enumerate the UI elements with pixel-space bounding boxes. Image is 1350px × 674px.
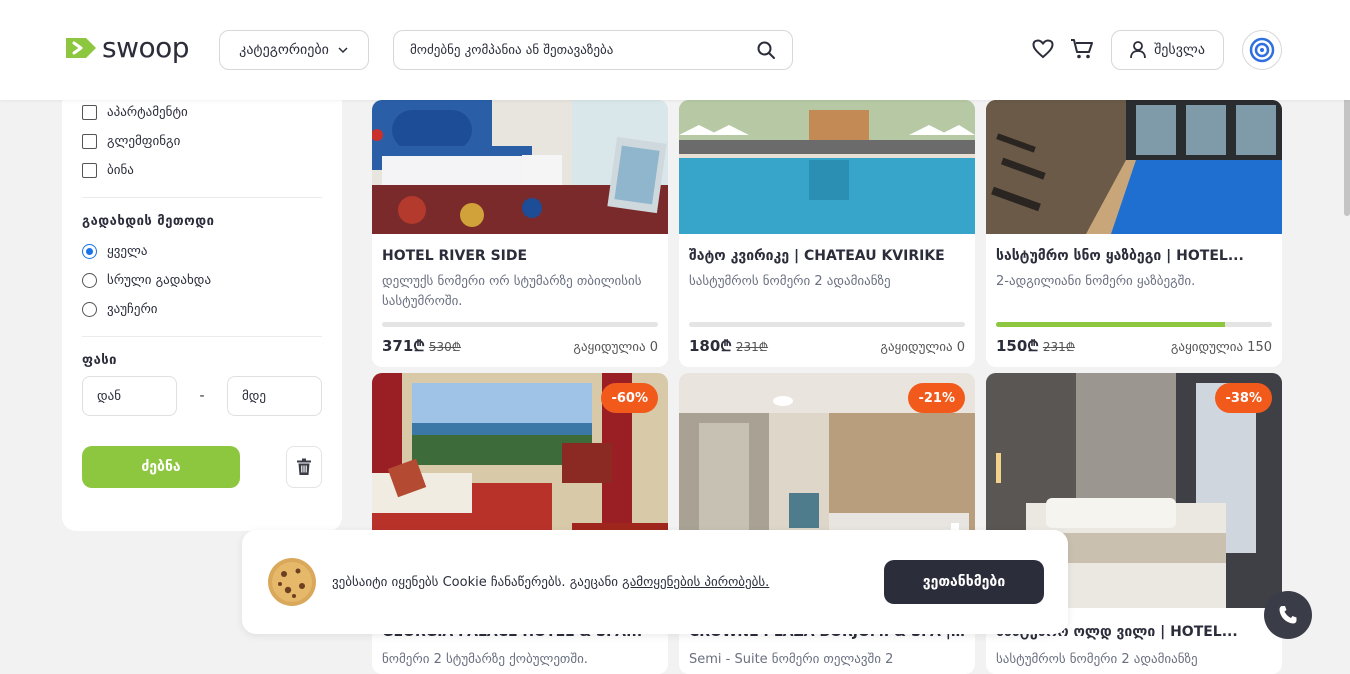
sold-progress-bar	[382, 322, 658, 327]
radio-label: ვაუჩერი	[107, 302, 158, 317]
price-range-dash: -	[199, 388, 205, 404]
trash-icon	[297, 458, 311, 475]
price-range: -	[82, 376, 322, 416]
logo[interactable]: swoop	[62, 31, 190, 64]
offer-image[interactable]	[372, 100, 668, 234]
clear-filters-button[interactable]	[286, 446, 322, 488]
sold-progress-fill	[996, 322, 1226, 327]
discount-badge: -21%	[908, 383, 965, 413]
offer-card[interactable]: სასტუმრო სნო ყაზბეგი | HOTEL... 2-ადგილი…	[986, 100, 1282, 367]
price-to-input[interactable]	[227, 376, 322, 416]
page-scrollbar[interactable]	[1344, 96, 1350, 216]
pool-photo	[679, 100, 975, 234]
payment-method-title: გადახდის მეთოდი	[82, 214, 215, 229]
offer-image[interactable]	[679, 100, 975, 234]
logo-text: swoop	[102, 31, 190, 64]
login-button[interactable]: შესვლა	[1111, 30, 1224, 70]
offer-description: 2-ადგილიანი ნომერი ყაზბეგში.	[996, 274, 1196, 289]
categories-button[interactable]: კატეგორიები	[219, 30, 369, 70]
sold-progress-bar	[689, 322, 965, 327]
indoor-pool-photo	[986, 100, 1282, 234]
sold-count: გაყიდულია 0	[573, 340, 658, 355]
terms-link[interactable]: გამოყენების პირობებს.	[622, 575, 769, 590]
heart-icon	[1032, 39, 1054, 59]
filter-search-button[interactable]: ძებნა	[82, 446, 240, 488]
offer-old-price: 231₾	[735, 340, 769, 354]
radio-button[interactable]	[82, 302, 97, 317]
filter-actions: ძებნა	[82, 446, 322, 488]
offer-price: 150₾	[996, 337, 1039, 355]
offer-description: სასტუმროს ნომერი 2 ადამიანზე	[689, 274, 891, 289]
offer-card[interactable]: შატო კვირიკე | CHATEAU KVIRIKE სასტუმროს…	[679, 100, 975, 367]
divider	[82, 336, 322, 337]
cart-icon	[1071, 39, 1093, 59]
discount-badge: -60%	[601, 383, 658, 413]
chevron-down-icon	[338, 47, 348, 54]
checkbox-label: ბინა	[107, 163, 134, 178]
payment-option-full[interactable]: სრული გადახდა	[82, 266, 322, 295]
offer-title: შატო კვირიკე | CHATEAU KVIRIKE	[689, 248, 945, 264]
offer-price-block: 180₾ 231₾	[689, 336, 768, 356]
offer-description: სასტუმროს ნომერი 2 ადამიანზე	[996, 652, 1198, 667]
offer-price-block: 371₾ 530₾	[382, 336, 461, 356]
price-from-input[interactable]	[82, 376, 177, 416]
checkbox[interactable]	[82, 105, 97, 120]
filter-glamping[interactable]: გლემფინგი	[82, 127, 322, 156]
radio-button[interactable]	[82, 244, 97, 259]
offer-title: სასტუმრო სნო ყაზბეგი | HOTEL...	[996, 248, 1244, 264]
payment-option-voucher[interactable]: ვაუჩერი	[82, 295, 322, 324]
offer-old-price: 231₾	[1042, 340, 1076, 354]
checkbox[interactable]	[82, 163, 97, 178]
offer-title: HOTEL RIVER SIDE	[382, 248, 528, 264]
filter-flat[interactable]: ბინა	[82, 156, 322, 185]
divider	[82, 197, 322, 198]
sold-count: გაყიდულია 0	[880, 340, 965, 355]
categories-label: კატეგორიები	[239, 42, 329, 58]
payment-option-all[interactable]: ყველა	[82, 237, 322, 266]
filter-apartment[interactable]: აპარტამენტი	[82, 98, 322, 127]
filter-sidebar: აპარტამენტი გლემფინგი ბინა გადახდის მეთო…	[62, 100, 342, 531]
header: swoop კატეგორიები შესვლა	[0, 0, 1350, 100]
login-label: შესვლა	[1154, 42, 1205, 58]
user-icon	[1130, 41, 1146, 59]
price-title: ფასი	[82, 353, 117, 368]
cookie-message: ვებსაიტი იყენებს Cookie ჩანაწერებს. გაეც…	[332, 575, 884, 590]
cart-button[interactable]	[1069, 36, 1095, 62]
offer-description: Semi - Suite ნომერი თელავში 2	[689, 652, 894, 667]
assistant-button[interactable]	[1242, 30, 1282, 70]
offer-price-block: 150₾ 231₾	[996, 336, 1075, 356]
cookie-icon	[268, 558, 316, 606]
search-input[interactable]	[410, 42, 756, 58]
offer-description: დელუქს ნომერი ორ სტუმარზე თბილისის სასტუ…	[382, 274, 642, 309]
sold-count: გაყიდულია 150	[1170, 340, 1272, 355]
phone-icon	[1279, 606, 1297, 624]
accept-cookies-button[interactable]: ვეთანხმები	[884, 560, 1044, 604]
offer-price: 180₾	[689, 337, 732, 355]
sold-progress-bar	[996, 322, 1272, 327]
radio-button[interactable]	[82, 273, 97, 288]
offer-description: ნომერი 2 სტუმარზე ქობულეთში.	[382, 652, 588, 667]
offer-price: 371₾	[382, 337, 425, 355]
call-button[interactable]	[1264, 591, 1312, 639]
checkbox-label: გლემფინგი	[107, 134, 181, 149]
radio-label: ყველა	[107, 244, 148, 259]
offer-old-price: 530₾	[428, 340, 462, 354]
checkbox[interactable]	[82, 134, 97, 149]
hotel-room-photo	[372, 100, 668, 234]
favorites-button[interactable]	[1030, 36, 1056, 62]
search-icon[interactable]	[756, 40, 776, 60]
checkbox-label: აპარტამენტი	[107, 105, 188, 120]
search-bar	[393, 30, 793, 70]
cookie-banner: ვებსაიტი იყენებს Cookie ჩანაწერებს. გაეც…	[242, 530, 1068, 634]
swoop-logo-icon	[66, 38, 96, 58]
cookie-text: ვებსაიტი იყენებს Cookie ჩანაწერებს. გაეც…	[332, 574, 623, 590]
offer-image[interactable]	[986, 100, 1282, 234]
discount-badge: -38%	[1215, 383, 1272, 413]
offer-card[interactable]: HOTEL RIVER SIDE დელუქს ნომერი ორ სტუმარ…	[372, 100, 668, 367]
assistant-icon	[1249, 37, 1275, 63]
radio-label: სრული გადახდა	[107, 273, 212, 288]
